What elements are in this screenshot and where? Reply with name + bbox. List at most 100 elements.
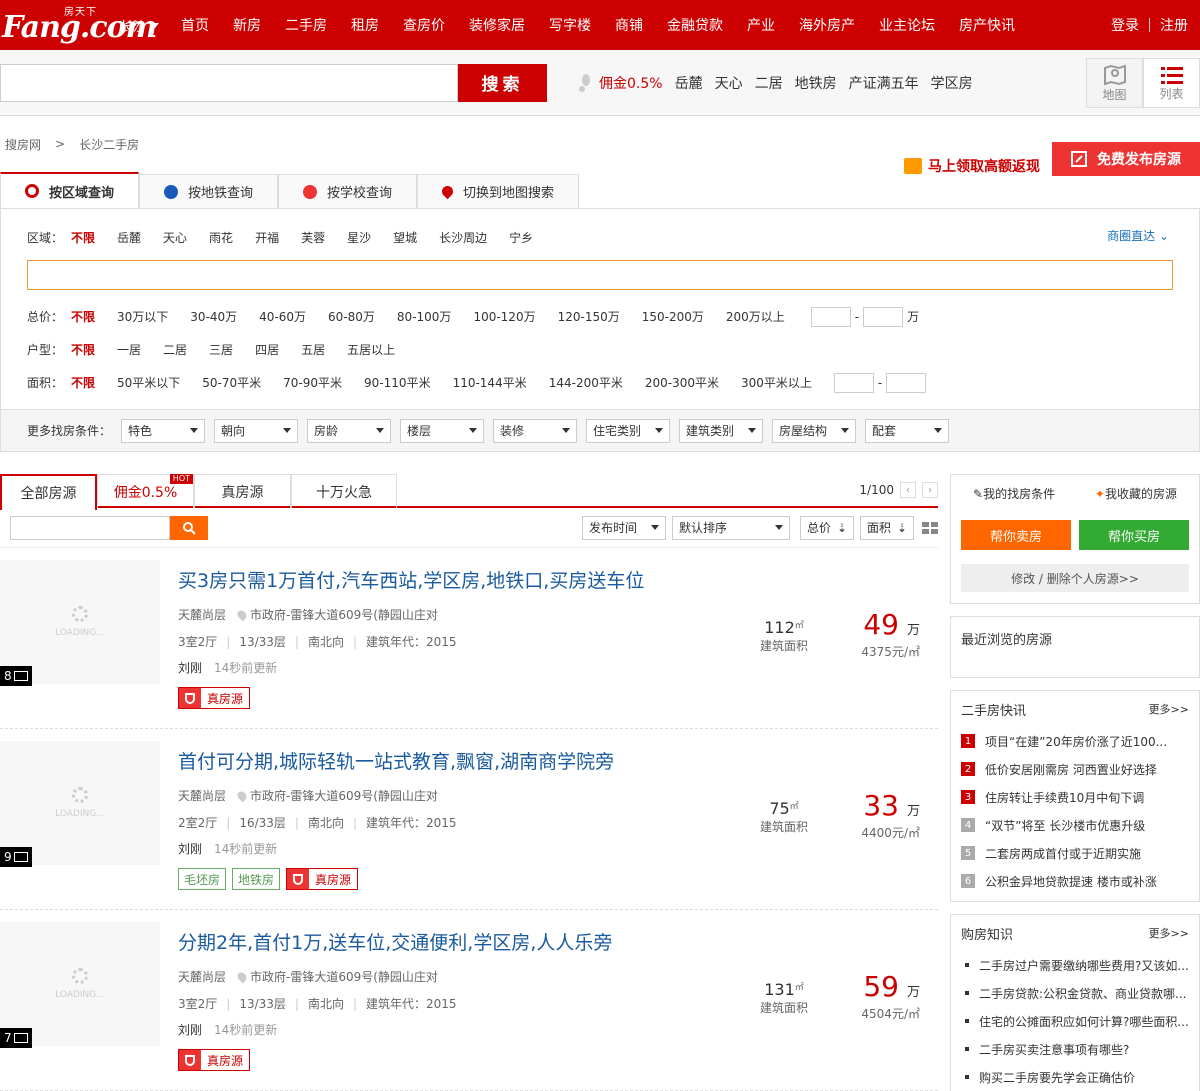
agent-name[interactable]: 刘刚 xyxy=(178,840,202,857)
hot-keyword[interactable]: 学区房 xyxy=(931,73,973,93)
filter-option[interactable]: 200-300平米 xyxy=(645,374,719,391)
filter-option[interactable]: 不限 xyxy=(71,229,95,246)
estate-name[interactable]: 天麓尚层 xyxy=(178,968,226,985)
listing-title[interactable]: 买3房只需1万首付,汽车西站,学区房,地铁口,买房送车位 xyxy=(178,566,644,593)
filter-option[interactable]: 100-120万 xyxy=(473,308,535,325)
hot-keyword[interactable]: 地铁房 xyxy=(795,73,837,93)
knowledge-item[interactable]: 二手房贷款:公积金贷款、商业贷款哪... xyxy=(951,979,1199,1007)
nav-item[interactable]: 金融贷款 xyxy=(667,15,723,35)
nav-item[interactable]: 商铺 xyxy=(615,15,643,35)
filter-option[interactable]: 二居 xyxy=(163,341,187,358)
listing-title[interactable]: 分期2年,首付1万,送车位,交通便利,学区房,人人乐旁 xyxy=(178,928,612,955)
tab-map-search[interactable]: 切换到地图搜索 xyxy=(417,174,580,208)
nav-item[interactable]: 首页 xyxy=(181,15,209,35)
prev-page-button[interactable]: ‹ xyxy=(900,482,916,498)
keyword-input[interactable] xyxy=(10,515,170,540)
search-input[interactable] xyxy=(0,63,458,102)
news-item[interactable]: 6 公积金异地贷款提速 楼市或补涨 xyxy=(961,867,1193,895)
news-item[interactable]: 4 “双节”将至 长沙楼市优惠升级 xyxy=(961,811,1193,839)
tab-by-district[interactable]: 按区域查询 xyxy=(0,172,140,208)
cashback-promo[interactable]: 马上领取高额返现 xyxy=(904,156,1040,176)
hot-keyword[interactable]: 二居 xyxy=(755,73,783,93)
keyword-search-button[interactable] xyxy=(170,515,208,540)
filter-dropdown[interactable]: 楼层 xyxy=(400,418,484,443)
listing-item[interactable]: LOADING... 8 买3房只需1万首付,汽车西站,学区房,地铁口,买房送车… xyxy=(0,548,938,729)
filter-option[interactable]: 开福 xyxy=(255,229,279,246)
filter-option[interactable]: 30-40万 xyxy=(190,308,237,325)
nav-item[interactable]: 业主论坛 xyxy=(879,15,935,35)
filter-dropdown[interactable]: 房屋结构 xyxy=(772,418,856,443)
nav-item[interactable]: 新房 xyxy=(233,15,261,35)
area-min-input[interactable] xyxy=(833,372,874,393)
filter-option[interactable]: 一居 xyxy=(117,341,141,358)
filter-option[interactable]: 30万以下 xyxy=(117,308,168,325)
nav-item[interactable]: 装修家居 xyxy=(469,15,525,35)
nav-item[interactable]: 海外房产 xyxy=(799,15,855,35)
publish-listing-button[interactable]: 免费发布房源 xyxy=(1052,142,1200,176)
buy-house-button[interactable]: 帮你买房 xyxy=(1079,520,1189,550)
filter-dropdown[interactable]: 配套 xyxy=(865,418,949,443)
tab-urgent[interactable]: 十万火急 xyxy=(291,474,397,508)
filter-dropdown[interactable]: 装修 xyxy=(493,418,577,443)
hot-keyword[interactable]: 天心 xyxy=(715,73,743,93)
sort-dropdown-time[interactable]: 发布时间 xyxy=(582,515,666,540)
filter-option[interactable]: 星沙 xyxy=(347,229,371,246)
filter-option[interactable]: 四居 xyxy=(255,341,279,358)
sell-house-button[interactable]: 帮你卖房 xyxy=(961,520,1071,550)
filter-option[interactable]: 200万以上 xyxy=(726,308,785,325)
filter-dropdown[interactable]: 住宅类别 xyxy=(586,418,670,443)
filter-option[interactable]: 120-150万 xyxy=(558,308,620,325)
filter-dropdown[interactable]: 朝向 xyxy=(214,418,298,443)
nav-item[interactable]: 二手房 xyxy=(285,15,327,35)
filter-option[interactable]: 90-110平米 xyxy=(364,374,431,391)
filter-option[interactable]: 不限 xyxy=(71,308,95,325)
filter-option[interactable]: 五居 xyxy=(301,341,325,358)
grid-view-icon[interactable] xyxy=(922,521,938,534)
fang-logo[interactable]: 房天下 Fang.com xyxy=(0,0,157,50)
filter-option[interactable]: 不限 xyxy=(71,341,95,358)
filter-option[interactable]: 宁乡 xyxy=(509,229,533,246)
price-min-input[interactable] xyxy=(810,306,851,327)
search-button[interactable]: 搜索 xyxy=(458,63,547,102)
nav-item[interactable]: 写字楼 xyxy=(549,15,591,35)
sort-by-price[interactable]: 总价 ⇣ xyxy=(800,515,854,540)
estate-name[interactable]: 天麓尚层 xyxy=(178,787,226,804)
hot-keyword-commission[interactable]: 佣金0.5% xyxy=(599,73,663,93)
filter-option[interactable]: 岳麓 xyxy=(117,229,141,246)
filter-option[interactable]: 40-60万 xyxy=(259,308,306,325)
nav-item[interactable]: 查房价 xyxy=(403,15,445,35)
filter-option[interactable]: 望城 xyxy=(393,229,417,246)
business-district-link[interactable]: 商圈直达 ⌄ xyxy=(1107,227,1169,244)
login-link[interactable]: 登录 xyxy=(1111,15,1139,35)
map-view-button[interactable]: 地图 xyxy=(1086,58,1143,108)
my-conditions-link[interactable]: ✎我的找房条件 xyxy=(973,485,1055,502)
filter-option[interactable]: 不限 xyxy=(71,374,95,391)
area-max-input[interactable] xyxy=(886,372,927,393)
nav-item[interactable]: 租房 xyxy=(351,15,379,35)
tab-commission[interactable]: 佣金0.5% HOT xyxy=(97,474,194,508)
agent-name[interactable]: 刘刚 xyxy=(178,659,202,676)
filter-option[interactable]: 150-200万 xyxy=(642,308,704,325)
filter-option[interactable]: 144-200平米 xyxy=(549,374,623,391)
news-item[interactable]: 1 项目“在建”20年房价涨了近100... xyxy=(961,727,1193,755)
knowledge-item[interactable]: 二手房买卖注意事项有哪些? xyxy=(951,1035,1199,1063)
nav-item[interactable]: 房产快讯 xyxy=(959,15,1015,35)
filter-option[interactable]: 70-90平米 xyxy=(283,374,342,391)
listing-title[interactable]: 首付可分期,城际轻轨一站式教育,飘窗,湖南商学院旁 xyxy=(178,747,614,774)
filter-option[interactable]: 300平米以上 xyxy=(741,374,812,391)
filter-option[interactable]: 50-70平米 xyxy=(202,374,261,391)
filter-option[interactable]: 80-100万 xyxy=(397,308,452,325)
filter-option[interactable]: 110-144平米 xyxy=(453,374,527,391)
filter-dropdown[interactable]: 建筑类别 xyxy=(679,418,763,443)
modify-listing-link[interactable]: 修改 / 删除个人房源>> xyxy=(961,564,1189,592)
filter-option[interactable]: 60-80万 xyxy=(328,308,375,325)
news-item[interactable]: 2 低价安居刚需房 河西置业好选择 xyxy=(961,755,1193,783)
knowledge-item[interactable]: 购买二手房要先学会正确估价 xyxy=(951,1063,1199,1091)
hot-keyword[interactable]: 产证满五年 xyxy=(849,73,919,93)
tab-verified[interactable]: 真房源 xyxy=(194,474,291,508)
more-news-link[interactable]: 更多>> xyxy=(1149,701,1189,717)
filter-option[interactable]: 雨花 xyxy=(209,229,233,246)
knowledge-item[interactable]: 住宅的公摊面积应如何计算?哪些面积... xyxy=(951,1007,1199,1035)
news-item[interactable]: 5 二套房两成首付或于近期实施 xyxy=(961,839,1193,867)
filter-option[interactable]: 芙蓉 xyxy=(301,229,325,246)
